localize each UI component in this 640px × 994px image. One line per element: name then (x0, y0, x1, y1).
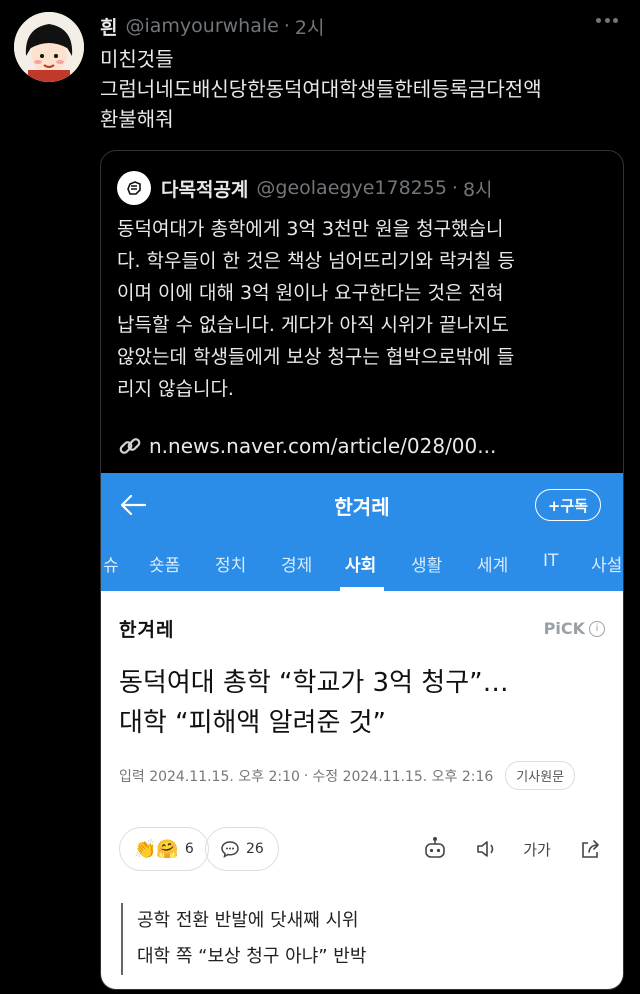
avatar-illustration (14, 12, 84, 82)
fist-logo-icon (127, 181, 141, 195)
quote-author-name[interactable]: 다목적공계 (161, 175, 248, 202)
reaction-count: 6 (184, 841, 194, 857)
separator-dot: · (303, 767, 309, 784)
section-tabs: 슈 숏폼 정치 경제 사회 생활 세계 IT 사설 (101, 537, 623, 591)
info-icon[interactable]: i (589, 620, 605, 637)
article-top-bar: 한겨레 +구독 (101, 473, 623, 537)
reaction-button[interactable]: 👏🤗 6 (119, 827, 209, 871)
summary-line: 공학 전환 반발에 닷새째 시위 (137, 910, 359, 931)
modified-date: 수정 2024.11.15. 오후 2:16 (312, 768, 494, 785)
tab-world[interactable]: 세계 (477, 551, 508, 576)
headline-line: 대학 “피해액 알려준 것” (119, 708, 387, 738)
tweet-timestamp[interactable]: 2시 (295, 13, 325, 40)
author-name[interactable]: 흰 (100, 13, 117, 40)
tab-it[interactable]: IT (543, 551, 558, 571)
subscribe-button[interactable]: +구독 (534, 489, 601, 521)
tab-shu[interactable]: 슈 (103, 551, 119, 576)
article-summary: 공학 전환 반발에 닷새째 시위 대학 쪽 “보상 청구 아냐” 반박 (121, 903, 366, 975)
quote-line: 이며 이에 대해 3억 원이나 요구한다는 것은 전혀 (117, 282, 504, 304)
author-handle[interactable]: @iamyourwhale (125, 15, 278, 37)
article-link-text[interactable]: n.news.naver.com/article/028/00... (149, 434, 496, 458)
active-tab-indicator (340, 587, 384, 591)
article-meta: 입력 2024.11.15. 오후 2:10 · 수정 2024.11.15. … (119, 761, 576, 790)
quote-line: 리지 않습니다. (117, 378, 234, 400)
speaker-icon[interactable] (473, 835, 501, 863)
quote-line: 않았는데 학생들에게 보상 청구는 협박으로밖에 들 (117, 346, 515, 368)
tab-politics[interactable]: 정치 (215, 551, 246, 576)
article-preview[interactable]: 한겨레 +구독 슈 숏폼 정치 경제 사회 생활 세계 IT 사설 한겨레 Pi… (101, 473, 623, 989)
tweet-text: 미친것들 그럼너네도배신당한동덕여대학생들한테등록금다전액 환불해줘 (100, 44, 632, 134)
tab-editorial[interactable]: 사설 (591, 551, 622, 576)
tab-living[interactable]: 생활 (411, 551, 442, 576)
tweet-line: 미친것들 (100, 47, 174, 71)
separator-dot: · (283, 15, 290, 37)
headline-line: 동덕여대 총학 “학교가 3억 청구”… (119, 668, 509, 698)
comment-icon (221, 841, 239, 858)
share-icon[interactable] (577, 835, 605, 863)
quote-line: 납득할 수 없습니다. 게다가 아직 시위가 끝나지도 (117, 314, 509, 336)
article-headline: 동덕여대 총학 “학교가 3억 청구”… 대학 “피해액 알려준 것” (119, 663, 611, 743)
tweet-line: 환불해줘 (100, 107, 174, 131)
clap-emoji-icon: 👏🤗 (134, 838, 179, 860)
published-date: 입력 2024.11.15. 오후 2:10 (119, 768, 300, 785)
robot-summary-icon[interactable] (421, 835, 449, 863)
tab-shortform[interactable]: 숏폼 (149, 551, 180, 576)
quote-line: 다. 학우들이 한 것은 책상 넘어뜨리기와 락커칠 등 (117, 250, 515, 272)
article-link[interactable]: n.news.naver.com/article/028/00... (117, 433, 496, 459)
more-options-icon[interactable] (596, 18, 618, 24)
quoted-tweet-card[interactable]: 다목적공계 @geolaegye178255 · 8시 동덕여대가 총학에게 3… (100, 150, 624, 990)
quote-timestamp[interactable]: 8시 (463, 175, 493, 202)
tweet-header: 흰 @iamyourwhale · 2시 (100, 12, 620, 40)
press-logo[interactable]: 한겨레 (119, 615, 174, 642)
tweet-line: 그럼너네도배신당한동덕여대학생들한테등록금다전액 (100, 77, 542, 101)
comment-button[interactable]: 26 (205, 827, 279, 871)
link-icon (119, 438, 141, 454)
author-avatar[interactable] (14, 12, 84, 82)
quote-line: 동덕여대가 총학에게 3억 3천만 원을 청구했습니 (117, 218, 504, 240)
pick-badge[interactable]: PiCK i (544, 619, 605, 638)
tab-society[interactable]: 사회 (345, 551, 376, 576)
font-size-button[interactable]: 가가 (523, 835, 551, 863)
comment-count: 26 (246, 841, 264, 857)
quote-author-handle[interactable]: @geolaegye178255 (256, 177, 447, 199)
tab-economy[interactable]: 경제 (281, 551, 312, 576)
pick-label: PiCK (543, 619, 585, 638)
separator-dot: · (451, 177, 458, 199)
quote-header: 다목적공계 @geolaegye178255 · 8시 (117, 171, 493, 205)
quote-text: 동덕여대가 총학에게 3억 3천만 원을 청구했습니 다. 학우들이 한 것은 … (117, 213, 615, 405)
quote-author-avatar[interactable] (117, 171, 151, 205)
summary-line: 대학 쪽 “보상 청구 아냐” 반박 (137, 946, 367, 967)
original-article-button[interactable]: 기사원문 (505, 761, 576, 790)
